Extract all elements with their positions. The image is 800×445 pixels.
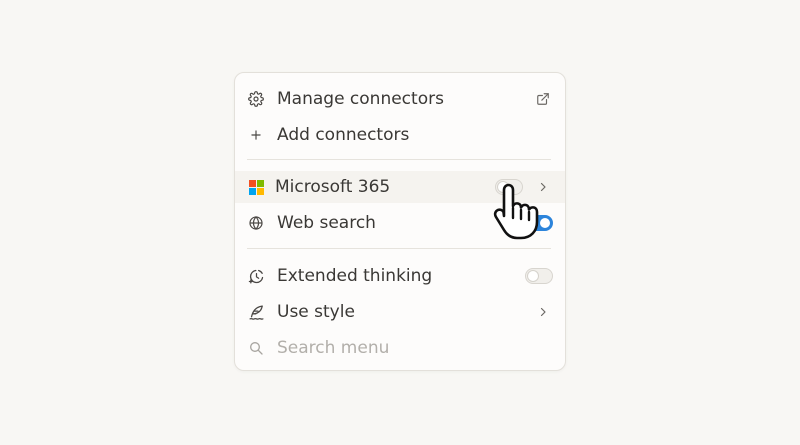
use-style-label: Use style bbox=[277, 302, 355, 322]
extended-thinking-toggle[interactable] bbox=[525, 268, 553, 284]
chevron-right-icon bbox=[535, 304, 551, 320]
external-link-icon bbox=[535, 91, 551, 107]
extended-thinking-label: Extended thinking bbox=[277, 266, 433, 286]
add-connectors-item[interactable]: Add connectors bbox=[235, 119, 565, 151]
divider bbox=[247, 248, 551, 249]
manage-connectors-label: Manage connectors bbox=[277, 89, 444, 109]
extended-thinking-item[interactable]: Extended thinking bbox=[235, 260, 565, 292]
add-connectors-label: Add connectors bbox=[277, 125, 410, 145]
search-icon bbox=[247, 339, 265, 357]
quill-icon bbox=[247, 303, 265, 321]
toggle-knob bbox=[528, 271, 538, 281]
search-menu-input[interactable]: Search menu bbox=[277, 337, 389, 359]
clock-sparkle-icon bbox=[247, 267, 265, 285]
web-search-label: Web search bbox=[277, 213, 376, 233]
gear-icon bbox=[247, 90, 265, 108]
manage-connectors-item[interactable]: Manage connectors bbox=[235, 83, 565, 115]
plus-icon bbox=[247, 126, 265, 144]
divider bbox=[247, 159, 551, 160]
microsoft-365-label: Microsoft 365 bbox=[275, 177, 391, 197]
search-menu-row[interactable]: Search menu bbox=[235, 332, 565, 364]
use-style-item[interactable]: Use style bbox=[235, 296, 565, 328]
hand-pointer-icon bbox=[490, 180, 554, 244]
microsoft-logo-icon bbox=[247, 178, 265, 196]
globe-icon bbox=[247, 214, 265, 232]
